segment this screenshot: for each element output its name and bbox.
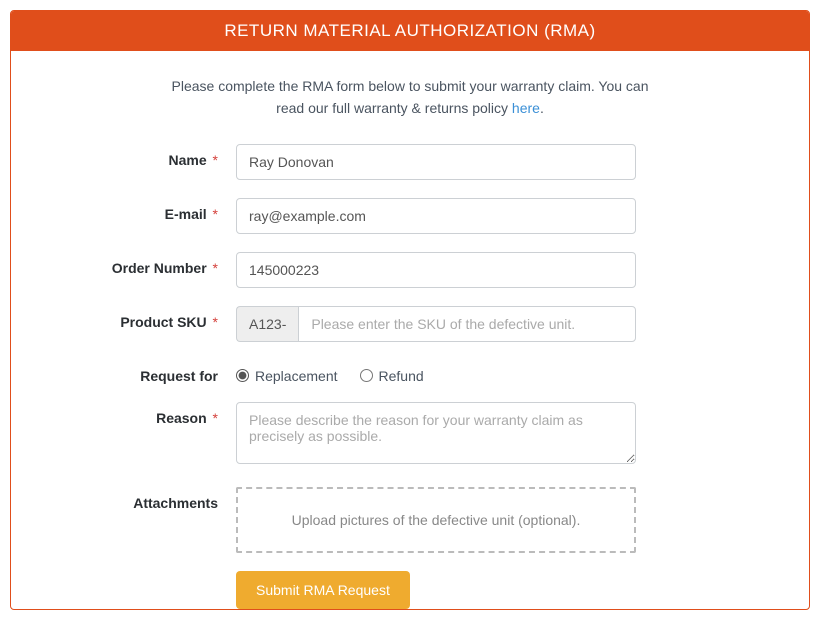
row-order: Order Number * — [51, 252, 769, 288]
order-number-field[interactable] — [236, 252, 636, 288]
row-reason: Reason * — [51, 402, 769, 469]
option-refund[interactable]: Refund — [360, 368, 424, 384]
row-submit: Submit RMA Request — [51, 571, 769, 609]
label-name: Name * — [51, 144, 236, 168]
rma-panel: RETURN MATERIAL AUTHORIZATION (RMA) Plea… — [10, 10, 810, 610]
radio-replacement[interactable] — [236, 369, 249, 382]
label-email: E-mail * — [51, 198, 236, 222]
attachments-upload-zone[interactable]: Upload pictures of the defective unit (o… — [236, 487, 636, 553]
panel-header: RETURN MATERIAL AUTHORIZATION (RMA) — [11, 11, 809, 51]
radio-refund[interactable] — [360, 369, 373, 382]
sku-input-group: A123- — [236, 306, 636, 342]
row-name: Name * — [51, 144, 769, 180]
label-sku: Product SKU * — [51, 306, 236, 330]
sku-prefix: A123- — [236, 306, 298, 342]
panel-body: Please complete the RMA form below to su… — [11, 51, 809, 610]
policy-link[interactable]: here — [512, 100, 540, 116]
label-request-for: Request for — [51, 360, 236, 384]
sku-field[interactable] — [298, 306, 636, 342]
row-email: E-mail * — [51, 198, 769, 234]
request-for-options: Replacement Refund — [236, 360, 636, 384]
label-reason: Reason * — [51, 402, 236, 426]
row-attachments: Attachments Upload pictures of the defec… — [51, 487, 769, 553]
panel-title: RETURN MATERIAL AUTHORIZATION (RMA) — [224, 21, 595, 40]
label-attachments: Attachments — [51, 487, 236, 511]
row-sku: Product SKU * A123- — [51, 306, 769, 342]
option-replacement[interactable]: Replacement — [236, 368, 338, 384]
intro-text: Please complete the RMA form below to su… — [111, 75, 709, 120]
reason-field[interactable] — [236, 402, 636, 464]
email-field[interactable] — [236, 198, 636, 234]
name-field[interactable] — [236, 144, 636, 180]
submit-button[interactable]: Submit RMA Request — [236, 571, 410, 609]
label-order-number: Order Number * — [51, 252, 236, 276]
row-request-for: Request for Replacement Refund — [51, 360, 769, 384]
